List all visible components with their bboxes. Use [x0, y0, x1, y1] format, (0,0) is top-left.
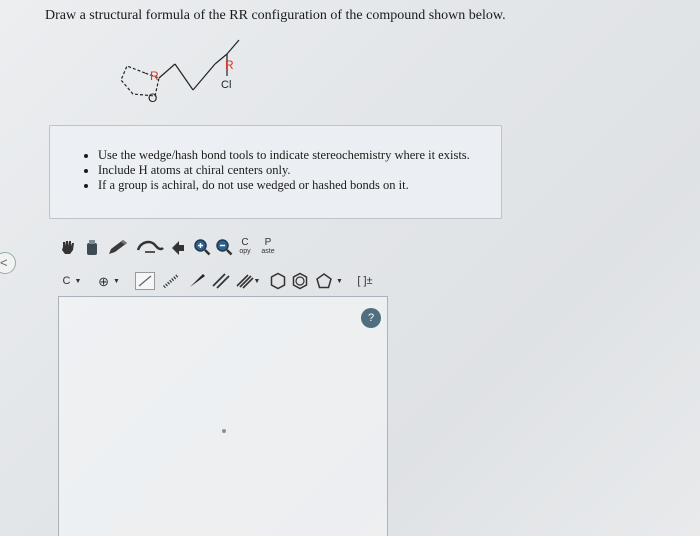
zoom-out-icon — [216, 239, 233, 256]
lasso-tool[interactable] — [134, 236, 166, 258]
triple-bond-dropdown[interactable]: ▼ — [234, 270, 262, 292]
page: Draw a structural formula of the RR conf… — [0, 0, 700, 536]
bracket-charge-tool[interactable]: [ ]± — [350, 270, 380, 292]
charge-plus-dropdown[interactable]: ⊕ ▼ — [92, 270, 126, 292]
bond-chain-down — [174, 63, 194, 91]
instructions-box: Use the wedge/hash bond tools to indicat… — [49, 125, 502, 219]
help-icon: ? — [367, 312, 375, 324]
triple-bond-icon — [235, 274, 254, 289]
drawing-canvas[interactable]: ? — [58, 296, 388, 536]
chlorine-atom: Cl — [221, 79, 231, 91]
double-bond-icon — [212, 273, 230, 289]
lasso-icon — [136, 240, 164, 253]
instruction-item: Use the wedge/hash bond tools to indicat… — [98, 148, 501, 163]
copy-button[interactable]: C opy — [236, 236, 254, 258]
bond-chain-methyl — [226, 39, 240, 55]
drawing-toolbar-top: C opy P aste — [58, 236, 308, 260]
bond-c3-chain — [158, 63, 176, 79]
chevron-down-icon: ▼ — [74, 277, 82, 285]
instructions-list: Use the wedge/hash bond tools to indicat… — [50, 148, 501, 193]
drawing-toolbar-bottom: C ▼ ⊕ ▼ ▼ ▼ []± — [58, 270, 388, 292]
hand-icon — [62, 241, 74, 254]
help-button[interactable]: ? — [361, 308, 381, 328]
wedge-bond-tool[interactable] — [186, 270, 208, 292]
copy-label-bottom: opy — [239, 248, 251, 255]
chevron-down-icon: ▼ — [112, 277, 120, 285]
eraser-icon — [87, 240, 97, 255]
paste-button[interactable]: P aste — [258, 236, 278, 258]
hand-tool[interactable] — [58, 236, 78, 258]
back-button[interactable]: < — [0, 252, 16, 274]
paste-label-top: P — [264, 237, 272, 248]
double-bond-tool[interactable] — [210, 270, 232, 292]
wedge-bond-icon — [190, 274, 205, 287]
carbon-label: C — [62, 274, 71, 287]
arrow-icon — [172, 241, 184, 255]
eraser-tool[interactable] — [82, 236, 102, 258]
benzene-ring-icon — [292, 272, 308, 290]
stereo-label-ring: R — [150, 69, 159, 83]
hexagon-ring-icon — [270, 272, 286, 290]
pencil-icon — [109, 240, 127, 254]
canvas-cursor-dot — [222, 429, 226, 433]
chevron-down-icon: ▼ — [336, 277, 343, 285]
copy-label-top: C — [241, 237, 249, 248]
ring-pentagon-dropdown[interactable]: ▼ — [312, 270, 346, 292]
arrow-tool[interactable] — [168, 236, 188, 258]
bracket-charge-label: [ ]± — [357, 274, 373, 287]
instruction-item: If a group is achiral, do not use wedged… — [98, 178, 501, 193]
zoom-in-icon — [194, 239, 211, 256]
question-title: Draw a structural formula of the RR conf… — [45, 8, 506, 23]
pencil-tool[interactable] — [106, 236, 130, 258]
instruction-item: Include H atoms at chiral centers only. — [98, 163, 501, 178]
oxygen-atom: O — [148, 91, 157, 105]
zoom-out-button[interactable] — [214, 236, 234, 258]
hash-bond-icon — [163, 273, 179, 289]
ring-hexagon-tool[interactable] — [268, 270, 288, 292]
chevron-left-icon: < — [0, 255, 8, 270]
stereo-label-chain: R — [225, 58, 234, 72]
ring-benzene-tool[interactable] — [290, 270, 310, 292]
molecule-structure: R R O Cl — [120, 39, 240, 105]
single-bond-tool[interactable] — [134, 270, 156, 292]
single-bond-icon — [135, 272, 155, 290]
pentagon-ring-icon — [316, 273, 332, 289]
zoom-in-button[interactable] — [192, 236, 212, 258]
atom-carbon-dropdown[interactable]: C ▼ — [58, 270, 86, 292]
circled-plus-icon: ⊕ — [98, 273, 109, 289]
paste-label-bottom: aste — [261, 248, 275, 255]
chevron-down-icon: ▼ — [253, 277, 261, 285]
hash-bond-tool[interactable] — [160, 270, 182, 292]
bond-chain-up — [192, 63, 216, 91]
